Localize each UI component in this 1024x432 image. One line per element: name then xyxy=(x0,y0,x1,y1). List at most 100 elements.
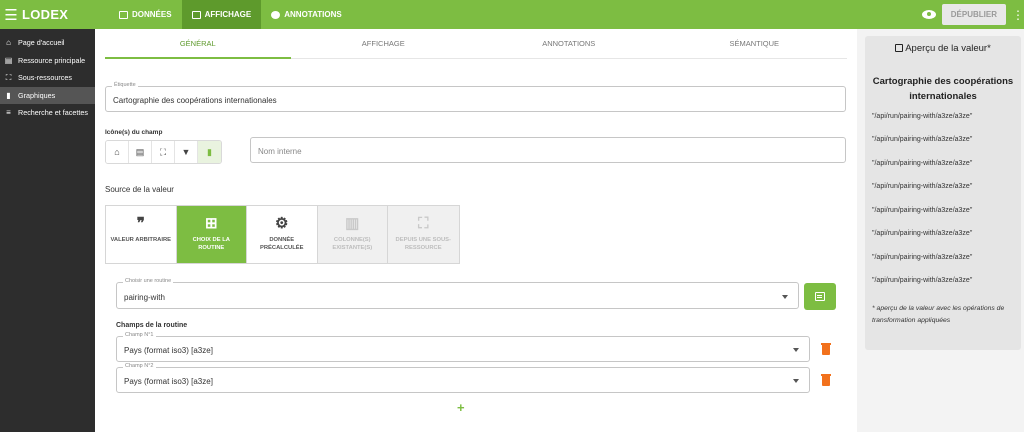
preview-line: "/api/run/pairing-with/a3ze/a3ze" xyxy=(872,113,973,120)
sidebar-item-label: Ressource principale xyxy=(18,55,86,65)
sidebar-item-label: Page d'accueil xyxy=(18,38,65,48)
preview-icon xyxy=(895,44,904,52)
routine-info-button[interactable] xyxy=(804,283,836,310)
delete-icon[interactable] xyxy=(821,343,831,355)
source-subresource: ⛶ DEPUIS UNE SOUS-RESSOURCE xyxy=(388,206,459,263)
value-source-selector: ❞ VALEUR ARBITRAIRE ⊞ CHOIX DE LA ROUTIN… xyxy=(105,205,460,264)
sidebar-item-label: Graphiques xyxy=(18,90,56,100)
icons-label: Icône(s) du champ xyxy=(105,129,163,136)
source-label: CHOIX DE LA ROUTINE xyxy=(192,237,230,251)
routine-select-value: pairing-with xyxy=(124,293,165,302)
source-precomputed[interactable]: ⚙ DONNÉE PRÉCALCULÉE xyxy=(247,206,318,263)
frame-icon: ⛶ xyxy=(5,72,12,82)
source-title: Source de la valeur xyxy=(105,185,174,194)
preview-line: "/api/run/pairing-with/a3ze/a3ze" xyxy=(872,136,973,143)
document-icon: ▤ xyxy=(4,55,13,65)
routine-icon: ⊞ xyxy=(204,215,218,232)
search-list-icon: ≡ xyxy=(6,108,11,118)
top-navigation: DONNÉES AFFICHAGE ANNOTATIONS xyxy=(109,0,352,29)
sidebar-item-main-resource[interactable]: ▤ Ressource principale xyxy=(0,52,95,70)
delete-icon[interactable] xyxy=(821,374,831,386)
tab-donnees[interactable]: DONNÉES xyxy=(109,0,182,29)
more-vert-icon[interactable]: ⋮ xyxy=(1012,8,1024,22)
table-icon xyxy=(119,10,128,19)
tab-display[interactable]: AFFICHAGE xyxy=(291,29,477,58)
internal-name-field[interactable]: Nom interne xyxy=(250,137,846,163)
frame-icon[interactable]: ⛶ xyxy=(152,141,175,163)
hamburger-menu-icon[interactable]: ☰ xyxy=(2,0,20,29)
sidebar-item-subresources[interactable]: ⛶ Sous-ressources xyxy=(0,69,95,87)
image-icon xyxy=(191,10,201,19)
source-label: DEPUIS UNE SOUS-RESSOURCE xyxy=(395,237,451,251)
preview-heading-text: Aperçu de la valeur* xyxy=(905,43,991,54)
bar-chart-icon: ▮ xyxy=(6,90,11,100)
comment-icon xyxy=(271,10,281,19)
home-icon: ⌂ xyxy=(6,38,11,48)
editor-tabs: GÉNÉRAL AFFICHAGE ANNOTATIONS SÉMANTIQUE xyxy=(105,29,847,59)
preview-line: "/api/run/pairing-with/a3ze/a3ze" xyxy=(872,207,973,214)
source-arbitrary-value[interactable]: ❞ VALEUR ARBITRAIRE xyxy=(106,206,177,263)
filter-icon[interactable]: ▼ xyxy=(175,141,198,163)
field-editor: GÉNÉRAL AFFICHAGE ANNOTATIONS SÉMANTIQUE… xyxy=(95,29,857,432)
label-field[interactable]: Étiquette Cartographie des coopérations … xyxy=(105,82,846,112)
quote-icon: ❞ xyxy=(136,215,145,232)
label-field-value: Cartographie des coopérations internatio… xyxy=(113,96,277,105)
sidebar-item-label: Sous-ressources xyxy=(18,73,72,83)
document-icon[interactable]: ▤ xyxy=(129,141,152,163)
tab-general[interactable]: GÉNÉRAL xyxy=(105,29,291,59)
internal-name-placeholder: Nom interne xyxy=(258,147,302,156)
list-alt-icon xyxy=(815,292,825,301)
preview-heading: Aperçu de la valeur* xyxy=(865,43,1021,54)
routine-field-1-select[interactable]: Champ N°1 Pays (format iso3) [a3ze] xyxy=(116,332,810,362)
tab-semantic[interactable]: SÉMANTIQUE xyxy=(662,29,848,58)
tab-annotations-label: ANNOTATIONS xyxy=(284,10,342,19)
tab-affichage[interactable]: AFFICHAGE xyxy=(181,0,262,29)
bar-chart-icon[interactable]: ▮ xyxy=(198,141,221,163)
columns-icon: ▥ xyxy=(345,215,360,232)
tab-donnees-label: DONNÉES xyxy=(132,10,172,19)
routine-select[interactable]: Choisir une routine pairing-with xyxy=(116,278,799,309)
sidebar: ⌂ Page d'accueil ▤ Ressource principale … xyxy=(0,29,95,432)
preview-line: "/api/run/pairing-with/a3ze/a3ze" xyxy=(872,160,973,167)
home-icon[interactable]: ⌂ xyxy=(106,141,129,163)
add-icon[interactable]: + xyxy=(457,400,465,415)
source-label: VALEUR ARBITRAIRE xyxy=(110,237,172,243)
sidebar-item-label: Recherche et facettes xyxy=(18,108,88,118)
routine-select-caption: Choisir une routine xyxy=(123,278,174,284)
chevron-down-icon xyxy=(793,348,799,352)
routine-fields-title: Champs de la routine xyxy=(116,322,188,329)
tab-affichage-label: AFFICHAGE xyxy=(204,10,252,19)
sidebar-item-home[interactable]: ⌂ Page d'accueil xyxy=(0,34,95,52)
preview-title: Cartographie des coopérations internatio… xyxy=(872,76,1014,102)
gear-icon: ⚙ xyxy=(275,215,289,232)
routine-field-1-value: Pays (format iso3) [a3ze] xyxy=(124,346,213,355)
chevron-down-icon xyxy=(793,379,799,383)
unpublish-button[interactable]: DÉPUBLIER xyxy=(941,4,1006,25)
top-app-bar: ☰ LODEX DONNÉES AFFICHAGE ANNOTATIONS DÉ… xyxy=(0,0,1024,29)
tab-annotations[interactable]: ANNOTATIONS xyxy=(261,0,351,29)
sidebar-item-search-facets[interactable]: ≡ Recherche et facettes xyxy=(0,104,95,122)
preview-line: "/api/run/pairing-with/a3ze/a3ze" xyxy=(872,277,973,284)
tab-annotations[interactable]: ANNOTATIONS xyxy=(476,29,662,58)
routine-field-2-caption: Champ N°2 xyxy=(123,363,156,369)
preview-note: * aperçu de la valeur avec les opération… xyxy=(872,305,1005,324)
source-label: COLONNE(S) EXISTANTE(S) xyxy=(332,237,373,251)
source-existing-columns: ▥ COLONNE(S) EXISTANTE(S) xyxy=(317,206,388,263)
preview-line: "/api/run/pairing-with/a3ze/a3ze" xyxy=(872,183,973,190)
source-label: DONNÉE PRÉCALCULÉE xyxy=(260,237,304,251)
preview-line: "/api/run/pairing-with/a3ze/a3ze" xyxy=(872,254,973,261)
field-icon-selector: ⌂ ▤ ⛶ ▼ ▮ xyxy=(105,140,222,164)
label-field-caption: Étiquette xyxy=(112,82,138,88)
routine-field-2-select[interactable]: Champ N°2 Pays (format iso3) [a3ze] xyxy=(116,363,810,393)
app-logo[interactable]: LODEX xyxy=(22,7,109,22)
frame-icon: ⛶ xyxy=(417,214,429,232)
source-routine[interactable]: ⊞ CHOIX DE LA ROUTINE xyxy=(176,206,247,263)
eye-icon[interactable] xyxy=(921,10,936,19)
sidebar-item-charts[interactable]: ▮ Graphiques xyxy=(0,86,95,104)
value-preview-panel: Aperçu de la valeur* Cartographie des co… xyxy=(865,36,1021,350)
routine-field-1-caption: Champ N°1 xyxy=(123,332,156,338)
chevron-down-icon xyxy=(782,295,788,299)
preview-line: "/api/run/pairing-with/a3ze/a3ze" xyxy=(872,230,973,237)
routine-field-2-value: Pays (format iso3) [a3ze] xyxy=(124,377,213,386)
top-actions: DÉPUBLIER ⋮ xyxy=(921,4,1024,25)
